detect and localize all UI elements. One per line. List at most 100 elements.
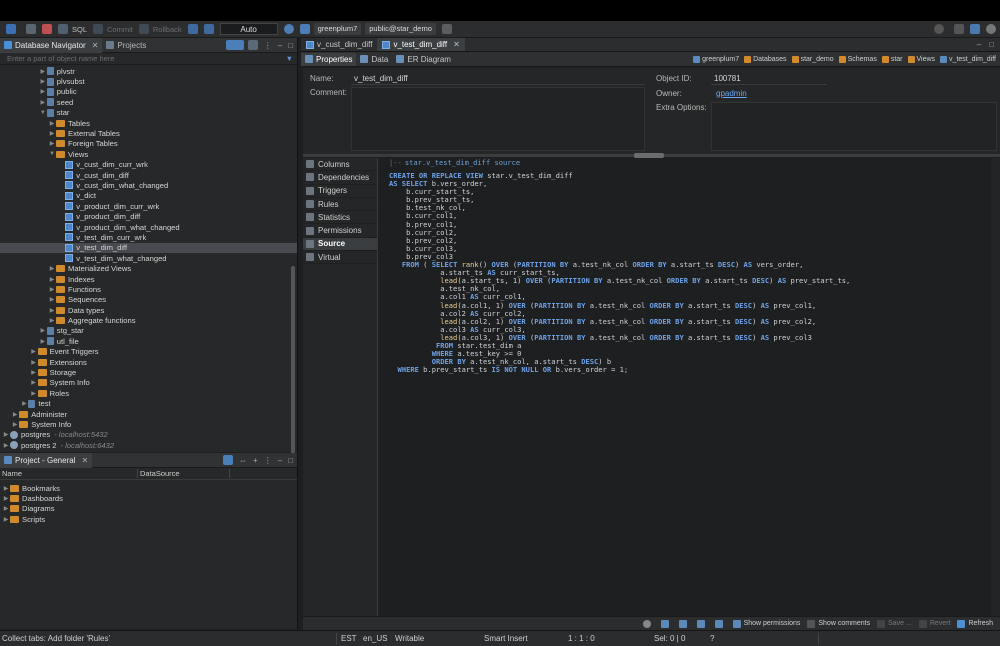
side-tab-virtual[interactable]: Virtual	[303, 251, 377, 265]
transaction-mode-icon[interactable]	[187, 24, 198, 34]
owner-link[interactable]: gpadmin	[716, 89, 747, 98]
connect-icon[interactable]	[26, 24, 36, 34]
project-item-scripts[interactable]: ▶ Scripts	[0, 514, 297, 524]
tree-item-views[interactable]: ▼ Views	[0, 149, 297, 159]
side-tab-dependencies[interactable]: Dependencies	[303, 171, 377, 185]
minimize-icon[interactable]: –	[278, 456, 282, 465]
column-header-name[interactable]: Name	[0, 469, 138, 478]
tree-item-v-cust-dim-what-changed[interactable]: v_cust_dim_what_changed	[0, 180, 297, 190]
tree-item-v-test-dim-what-changed[interactable]: v_test_dim_what_changed	[0, 253, 297, 263]
tree-item-administer[interactable]: ▶ Administer	[0, 409, 297, 419]
chevron-right-icon[interactable]: ▶	[2, 485, 10, 492]
tree-item-seed[interactable]: ▶ seed	[0, 97, 297, 107]
link-editor-icon[interactable]	[247, 40, 258, 50]
status-help[interactable]: ?	[710, 634, 714, 643]
chevron-right-icon[interactable]: ▶	[48, 265, 56, 272]
comment-textarea[interactable]	[351, 87, 645, 151]
tree-item-public[interactable]: ▶ public	[0, 87, 297, 97]
chevron-right-icon[interactable]: ▶	[48, 140, 56, 147]
chevron-right-icon[interactable]: ▶	[48, 286, 56, 293]
view-menu-icon[interactable]: ⋮	[264, 456, 272, 465]
search-icon[interactable]	[642, 619, 654, 628]
chevron-right-icon[interactable]: ▶	[2, 505, 10, 512]
tree-item-system-info[interactable]: ▶ System Info	[0, 419, 297, 429]
commit-icon[interactable]	[93, 24, 104, 34]
maximize-icon[interactable]: □	[288, 456, 293, 465]
name-field[interactable]: v_test_dim_diff	[354, 74, 408, 83]
maximize-icon[interactable]: □	[989, 40, 994, 49]
expand-icon[interactable]: +	[253, 456, 258, 465]
tree-item-sequences[interactable]: ▶ Sequences	[0, 295, 297, 305]
disconnect-icon[interactable]	[42, 24, 52, 34]
chevron-right-icon[interactable]: ▶	[48, 307, 56, 314]
export-icon[interactable]	[678, 619, 690, 628]
breadcrumb-item[interactable]: Views	[907, 56, 935, 63]
subtab-properties[interactable]: Properties	[301, 52, 357, 66]
tree-item-system-info[interactable]: ▶ System Info	[0, 378, 297, 388]
database-perspective-icon[interactable]	[970, 24, 980, 34]
chevron-right-icon[interactable]: ▶	[2, 431, 10, 438]
chevron-right-icon[interactable]: ▶	[48, 276, 56, 283]
view-sql-source[interactable]: CREATE OR REPLACE VIEW star.v_test_dim_d…	[379, 171, 991, 374]
tree-item-storage[interactable]: ▶ Storage	[0, 367, 297, 377]
chevron-right-icon[interactable]: ▶	[39, 68, 47, 75]
tree-item-v-product-dim-what-changed[interactable]: v_product_dim_what_changed	[0, 222, 297, 232]
refresh-icon[interactable]	[283, 24, 294, 34]
breadcrumb-item[interactable]: star_demo	[791, 56, 834, 63]
tree-item-v-cust-dim-curr-wrk[interactable]: v_cust_dim_curr_wrk	[0, 160, 297, 170]
tab-database-navigator[interactable]: Database Navigator ✕	[0, 37, 103, 53]
breadcrumb-item[interactable]: star	[881, 56, 903, 63]
view-menu-icon[interactable]: ⋮	[264, 41, 272, 50]
user-icon[interactable]	[986, 24, 996, 34]
filter-icon[interactable]: ▼	[286, 54, 293, 63]
tree-item-v-product-dim-curr-wrk[interactable]: v_product_dim_curr_wrk	[0, 201, 297, 211]
chevron-right-icon[interactable]: ▶	[11, 411, 19, 418]
transaction-mode-select[interactable]: Auto	[219, 23, 278, 35]
panel-splitter[interactable]	[303, 153, 1000, 158]
chevron-down-icon[interactable]: ▼	[39, 110, 47, 116]
copy-icon[interactable]	[696, 619, 708, 628]
perspective-icon[interactable]	[954, 24, 964, 34]
chevron-right-icon[interactable]: ▶	[2, 442, 10, 449]
side-tab-statistics[interactable]: Statistics	[303, 211, 377, 225]
new-connection-icon[interactable]	[6, 24, 16, 34]
extra-options-textarea[interactable]	[711, 102, 997, 151]
tree-item-v-test-dim-curr-wrk[interactable]: v_test_dim_curr_wrk	[0, 232, 297, 242]
tab-projects[interactable]: Projects	[102, 38, 150, 53]
project-item-dashboards[interactable]: ▶ Dashboards	[0, 493, 297, 503]
show-comments-button[interactable]: Show comments	[807, 619, 870, 628]
tree-item-materialized-views[interactable]: ▶ Materialized Views	[0, 263, 297, 273]
minimize-icon[interactable]: –	[977, 40, 981, 49]
sql-editor-icon[interactable]	[58, 24, 68, 34]
tab-v-cust-dim-diff[interactable]: v_cust_dim_diff	[301, 38, 377, 51]
chevron-right-icon[interactable]: ▶	[48, 130, 56, 137]
breadcrumb-item[interactable]: greenplum7	[693, 56, 739, 63]
refresh-button[interactable]: Refresh	[957, 619, 993, 628]
tree-item-postgres[interactable]: ▶ postgres - localhost:5432	[0, 430, 297, 440]
navigator-filter-input[interactable]: Enter a part of object name here ▼	[0, 53, 297, 65]
search-icon[interactable]	[934, 24, 944, 34]
dropdown-icon[interactable]	[441, 24, 452, 34]
subtab-data[interactable]: Data	[356, 53, 392, 66]
tree-item-functions[interactable]: ▶ Functions	[0, 284, 297, 294]
chevron-right-icon[interactable]: ▶	[20, 400, 28, 407]
tree-item-roles[interactable]: ▶ Roles	[0, 388, 297, 398]
active-connection-selector[interactable]: greenplum7	[313, 23, 362, 35]
tree-item-postgres-2[interactable]: ▶ postgres 2- localhost:6432	[0, 440, 297, 450]
tree-item-event-triggers[interactable]: ▶ Event Triggers	[0, 347, 297, 357]
tree-item-foreign-tables[interactable]: ▶ Foreign Tables	[0, 139, 297, 149]
chevron-right-icon[interactable]: ▶	[30, 379, 38, 386]
column-header-datasource[interactable]: DataSource	[138, 469, 230, 478]
side-tab-rules[interactable]: Rules	[303, 198, 377, 212]
status-insert-mode[interactable]: Smart Insert	[484, 634, 528, 643]
chevron-right-icon[interactable]: ▶	[11, 421, 19, 428]
chevron-right-icon[interactable]: ▶	[48, 120, 56, 127]
chevron-right-icon[interactable]: ▶	[30, 390, 38, 397]
active-schema-selector[interactable]: public@star_demo	[365, 23, 436, 35]
chevron-right-icon[interactable]: ▶	[30, 348, 38, 355]
chevron-right-icon[interactable]: ▶	[30, 359, 38, 366]
transaction-log-icon[interactable]	[203, 24, 214, 34]
tree-item-plvsubst[interactable]: ▶ plvsubst	[0, 76, 297, 86]
tab-project-general[interactable]: Project - General ✕	[0, 452, 93, 468]
show-permissions-button[interactable]: Show permissions	[732, 619, 800, 628]
